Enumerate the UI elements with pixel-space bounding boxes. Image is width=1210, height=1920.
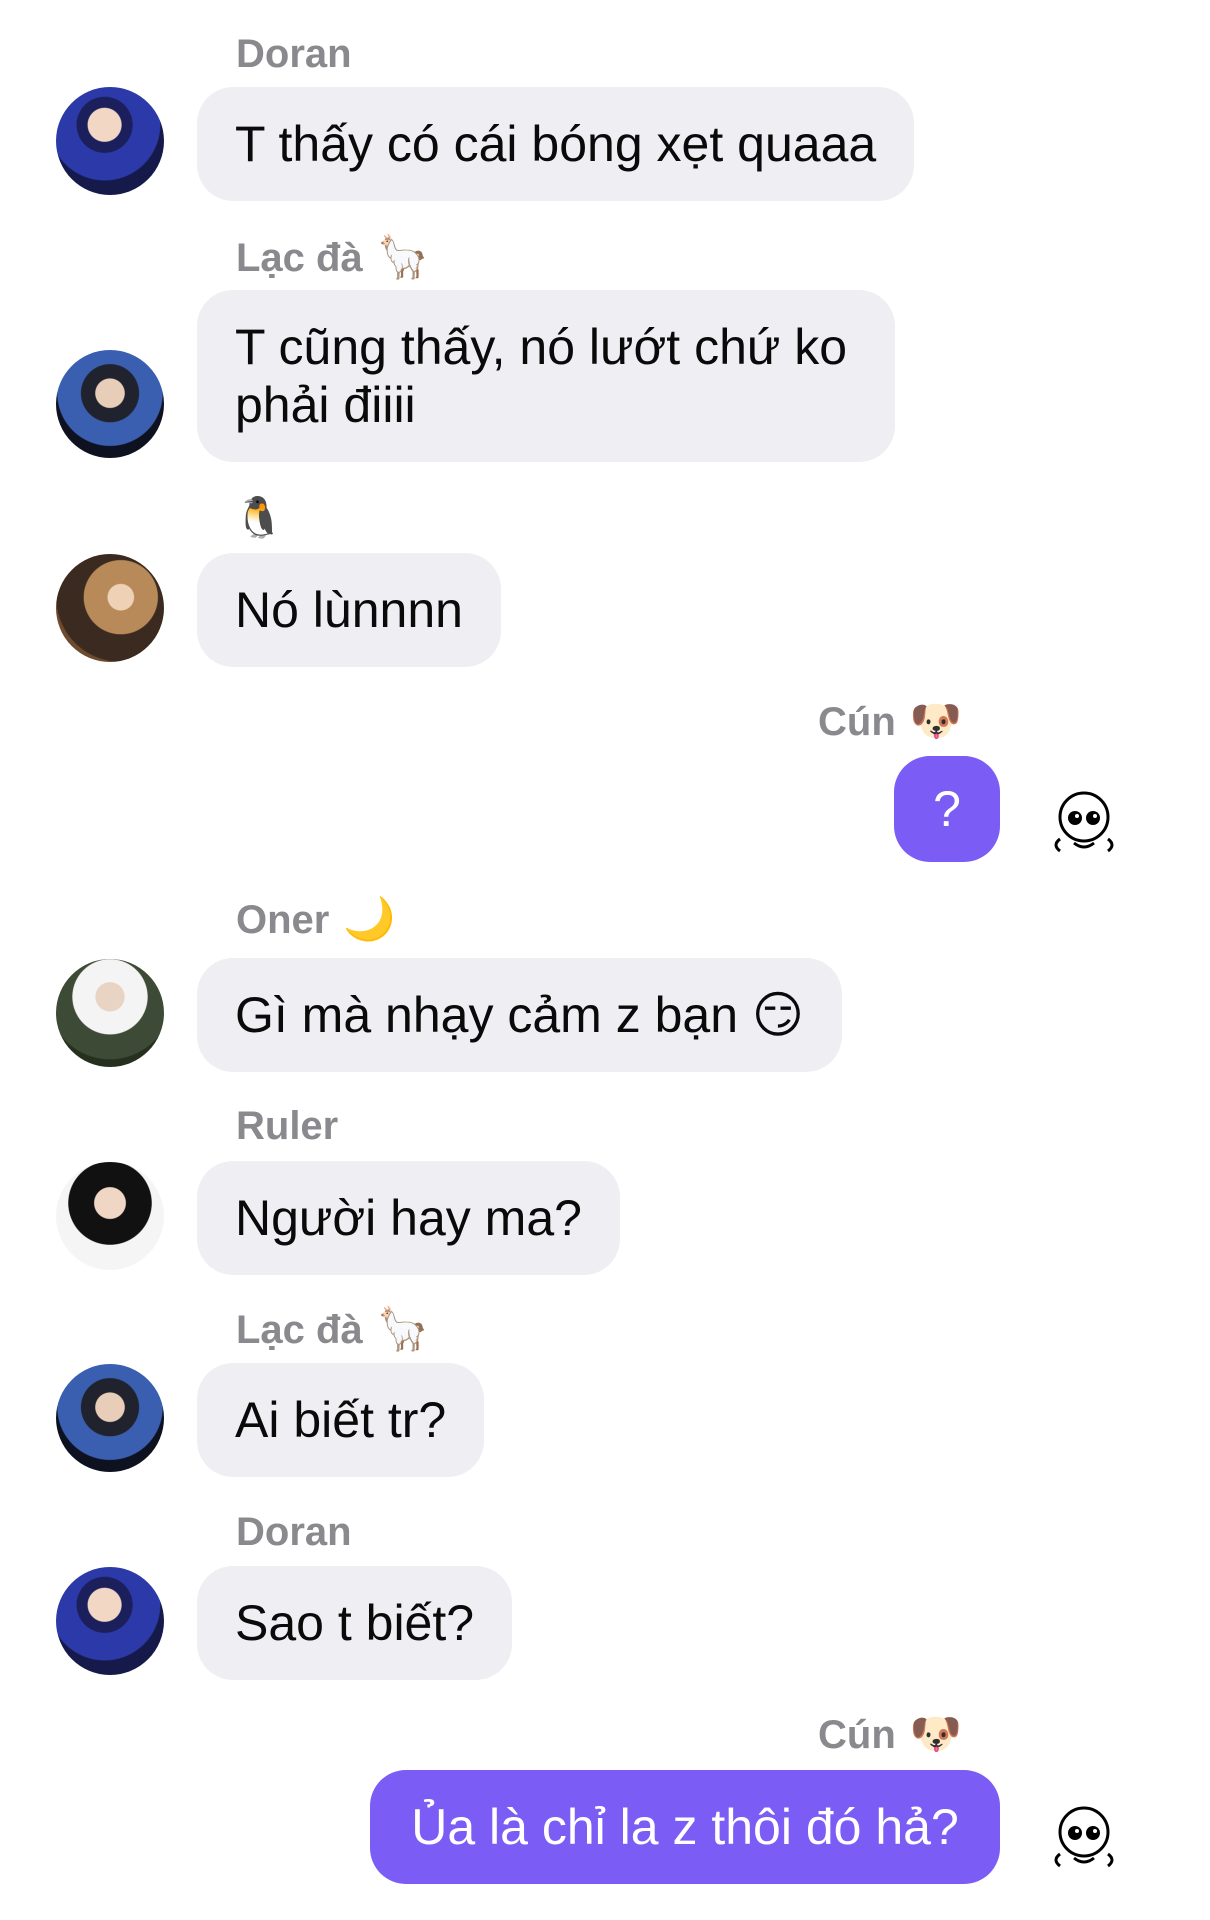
sender-name: Lạc đà 🦙 bbox=[236, 1305, 430, 1352]
message-bubble[interactable]: T cũng thấy, nó lướt chứ ko phải điiii bbox=[197, 290, 895, 462]
message-bubble[interactable]: Người hay ma? bbox=[197, 1161, 620, 1275]
doran-avatar[interactable] bbox=[56, 87, 164, 195]
message-bubble[interactable]: Gì mà nhạy cảm z bạn 😏 bbox=[197, 958, 843, 1072]
skull-sticker-icon bbox=[1054, 791, 1114, 853]
dog-emoji: 🐶 bbox=[909, 1710, 963, 1757]
message-text: Sao t biết? bbox=[235, 1595, 475, 1651]
message-text: Gì mà nhạy cảm z bạn 😏 bbox=[235, 987, 805, 1043]
lac-da-avatar[interactable] bbox=[56, 350, 164, 458]
penguin-user-avatar[interactable] bbox=[56, 554, 164, 662]
sender-name: Doran bbox=[236, 1510, 352, 1554]
message-text: ? bbox=[933, 781, 961, 837]
sender-name: Cún 🐶 bbox=[818, 1710, 963, 1757]
llama-emoji: 🦙 bbox=[376, 1305, 430, 1352]
message-bubble[interactable]: Ủa là chỉ la z thôi đó hả? bbox=[370, 1770, 1000, 1884]
llama-emoji: 🦙 bbox=[376, 233, 430, 280]
sender-name: Cún 🐶 bbox=[818, 697, 963, 744]
sender-name: 🐧 bbox=[234, 498, 284, 538]
message-bubble[interactable]: T thấy có cái bóng xẹt quaaa bbox=[197, 87, 915, 201]
oner-avatar[interactable] bbox=[56, 959, 164, 1067]
sender-name: Ruler bbox=[236, 1104, 339, 1148]
message-text: Ủa là chỉ la z thôi đó hả? bbox=[411, 1799, 959, 1855]
doran-avatar[interactable] bbox=[56, 1567, 164, 1675]
ruler-avatar[interactable] bbox=[56, 1162, 164, 1270]
lac-da-avatar[interactable] bbox=[56, 1364, 164, 1472]
message-text: T cũng thấy, nó lướt chứ ko phải điiii bbox=[235, 319, 848, 433]
chat-thread: Doran T thấy có cái bóng xẹt quaaa Lạc đ… bbox=[0, 0, 1210, 1920]
message-bubble[interactable]: Nó lùnnnn bbox=[197, 553, 501, 667]
moon-emoji: 🌙 bbox=[343, 895, 396, 942]
message-text: Người hay ma? bbox=[235, 1190, 582, 1246]
sender-name: Oner 🌙 bbox=[236, 895, 396, 942]
penguin-emoji: 🐧 bbox=[234, 496, 284, 540]
message-text: T thấy có cái bóng xẹt quaaa bbox=[235, 116, 877, 172]
message-bubble[interactable]: Ai biết tr? bbox=[197, 1363, 485, 1477]
message-bubble[interactable]: ? bbox=[894, 756, 1000, 862]
skull-sticker-icon bbox=[1054, 1806, 1114, 1868]
message-text: Nó lùnnnn bbox=[235, 582, 463, 638]
sender-name: Lạc đà 🦙 bbox=[236, 233, 430, 280]
dog-emoji: 🐶 bbox=[909, 697, 963, 744]
sender-name: Doran bbox=[236, 32, 352, 76]
message-text: Ai biết tr? bbox=[235, 1392, 447, 1448]
message-bubble[interactable]: Sao t biết? bbox=[197, 1566, 513, 1680]
